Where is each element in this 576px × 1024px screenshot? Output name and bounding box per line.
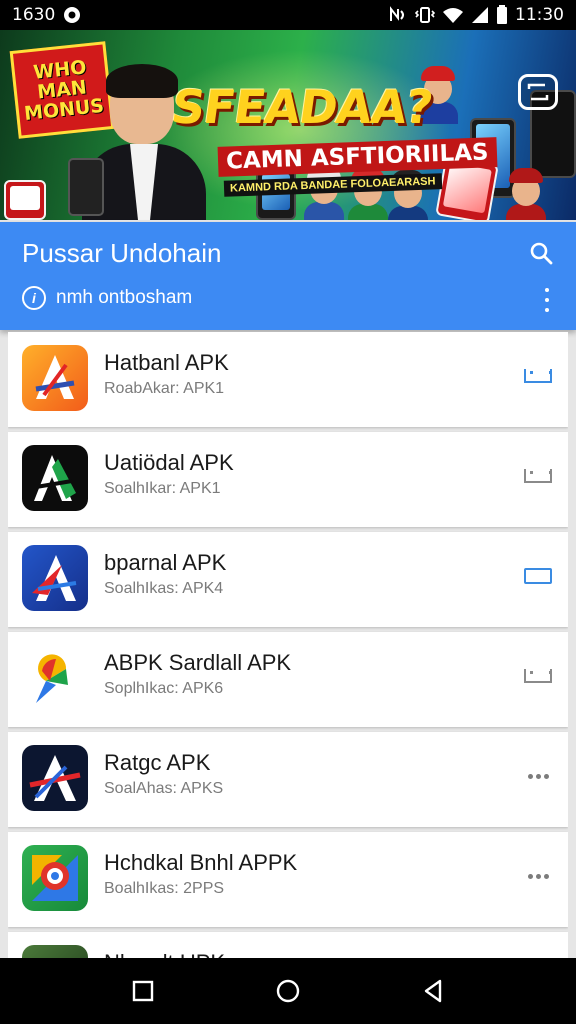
app-meta: BoalhIkas: 2PPS <box>104 880 225 897</box>
app-name: Uatiödal APK <box>104 450 234 475</box>
status-right: 11:30 <box>388 5 564 25</box>
green-a-app-icon <box>22 445 88 511</box>
banner-red-box-image <box>4 180 46 220</box>
status-time-right: 11:30 <box>515 5 564 25</box>
app-name: Hatbanl APK <box>104 350 229 375</box>
blue-a-app-icon <box>22 545 88 611</box>
banner-kid-image <box>506 166 546 220</box>
search-button[interactable] <box>526 238 556 268</box>
status-time-left: 1630 <box>12 5 56 25</box>
sync-icon <box>527 83 549 101</box>
app-meta: SoalAhas: APKS <box>104 780 224 797</box>
app-meta: SoplhIkac: APK6 <box>104 680 224 697</box>
list-item[interactable]: Ratgc APK SoalAhas: APKS <box>8 732 568 827</box>
app-meta: SoalhIkar: APK1 <box>104 480 221 497</box>
orange-a-app-icon <box>22 345 88 411</box>
overflow-menu-button[interactable] <box>542 288 552 312</box>
download-icon <box>524 469 552 483</box>
download-icon <box>524 369 552 383</box>
system-nav-bar <box>0 958 576 1024</box>
more-button[interactable] <box>524 765 552 787</box>
open-button[interactable] <box>524 565 552 587</box>
list-item[interactable]: Nkaadt UPK <box>8 932 568 958</box>
more-vert-icon <box>545 288 549 292</box>
app-list[interactable]: Hatbanl APK RoabAkar: APK1 Uatiödal APK … <box>8 332 568 958</box>
screen: 1630 11:30 WHO MAN MONUS SFEADAA? CAMN A… <box>0 0 576 1024</box>
app-meta: SoalhIkas: APK4 <box>104 580 224 597</box>
info-icon: i <box>22 286 46 310</box>
list-item[interactable]: bparnal APK SoalhIkas: APK4 <box>8 532 568 627</box>
app-meta: RoabAkar: APK1 <box>104 380 225 397</box>
banner-kid-image <box>348 166 388 220</box>
back-button[interactable] <box>413 971 453 1011</box>
search-icon <box>530 242 553 265</box>
more-button[interactable] <box>524 865 552 887</box>
app-name: bparnal APK <box>104 550 227 575</box>
download-button[interactable] <box>524 365 552 387</box>
app-name: Ratgc APK <box>104 750 211 775</box>
home-icon <box>276 979 300 1003</box>
app-name: ABPK Sardlall APK <box>104 650 292 675</box>
page-title: Pussar Undohain <box>22 238 222 268</box>
list-item[interactable]: Hatbanl APK RoabAkar: APK1 <box>8 332 568 427</box>
header-subtitle-row[interactable]: i nmh ontbosham <box>22 286 192 310</box>
notification-icon <box>63 6 81 24</box>
list-item[interactable]: Hchdkal Bnhl APPK BoalhIkas: 2PPS <box>8 832 568 927</box>
sync-button[interactable] <box>518 74 558 110</box>
download-icon <box>524 669 552 683</box>
header-subtitle: nmh ontbosham <box>56 287 193 308</box>
download-button[interactable] <box>524 465 552 487</box>
more-icon <box>527 873 549 879</box>
app-header: Pussar Undohain i nmh ontbosham <box>0 222 576 330</box>
recents-icon <box>132 980 153 1002</box>
battery-icon <box>496 5 508 25</box>
recents-button[interactable] <box>123 971 163 1011</box>
back-icon <box>425 979 442 1003</box>
download-button[interactable] <box>524 665 552 687</box>
vibrate-icon <box>415 6 435 24</box>
dark-a-app-icon <box>22 745 88 811</box>
status-bar: 1630 11:30 <box>0 0 576 30</box>
list-item[interactable]: ABPK Sardlall APK SoplhIkac: APK6 <box>8 632 568 727</box>
list-item[interactable]: Uatiödal APK SoalhIkar: APK1 <box>8 432 568 527</box>
maps-style-app-icon <box>22 845 88 911</box>
open-icon <box>524 568 552 584</box>
more-icon <box>527 773 549 779</box>
home-button[interactable] <box>268 971 308 1011</box>
app-name: Nkaadt UPK <box>104 950 225 958</box>
signal-icon <box>471 6 489 24</box>
app-name: Hchdkal Bnhl APPK <box>104 850 298 875</box>
color-pin-app-icon <box>22 645 88 711</box>
status-left: 1630 <box>12 5 81 25</box>
promo-banner[interactable]: WHO MAN MONUS SFEADAA? CAMN ASFTIORIILAS… <box>0 30 576 220</box>
nfc-icon <box>388 6 408 24</box>
banner-headline: SFEADAA? <box>168 80 436 134</box>
green-photo-app-icon <box>22 945 88 958</box>
wifi-icon <box>442 6 464 24</box>
